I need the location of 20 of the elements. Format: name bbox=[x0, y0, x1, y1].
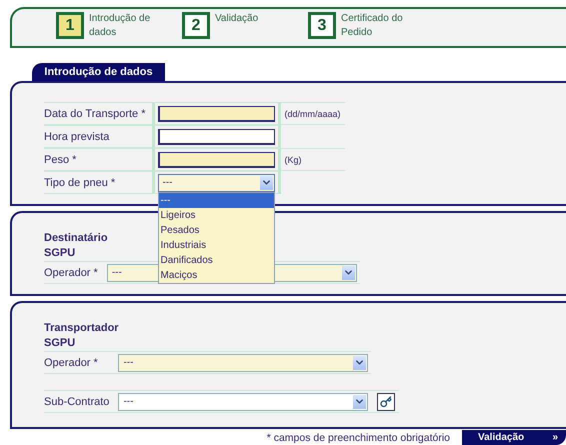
section-subheading: SGPU bbox=[44, 246, 76, 261]
format-hint: (Kg) bbox=[284, 154, 302, 164]
field-label: Operador * bbox=[44, 266, 98, 278]
field-label: Sub-Contrato bbox=[44, 396, 110, 408]
section-heading: Destinatário bbox=[44, 231, 108, 246]
field-label: Tipo de pneu * bbox=[44, 176, 116, 188]
step-number: 3 bbox=[308, 12, 336, 39]
field-label: Hora prevista bbox=[44, 130, 110, 142]
step-number: 2 bbox=[182, 12, 210, 39]
section-subheading: SGPU bbox=[44, 336, 76, 351]
step-label: Validação bbox=[215, 12, 260, 26]
required-note: * campos de preenchimento obrigatório bbox=[266, 432, 450, 444]
section-heading: Transportador bbox=[44, 321, 119, 336]
field-label: Operador * bbox=[44, 356, 98, 368]
step-label: Certificado do Pedido bbox=[341, 12, 404, 40]
format-hint: (dd/mm/aaaa) bbox=[284, 108, 341, 118]
step-number: 1 bbox=[56, 12, 84, 39]
step-label: Introdução de dados bbox=[89, 12, 152, 40]
field-label: Peso * bbox=[44, 154, 76, 166]
field-label: Data do Transporte * bbox=[44, 108, 146, 120]
